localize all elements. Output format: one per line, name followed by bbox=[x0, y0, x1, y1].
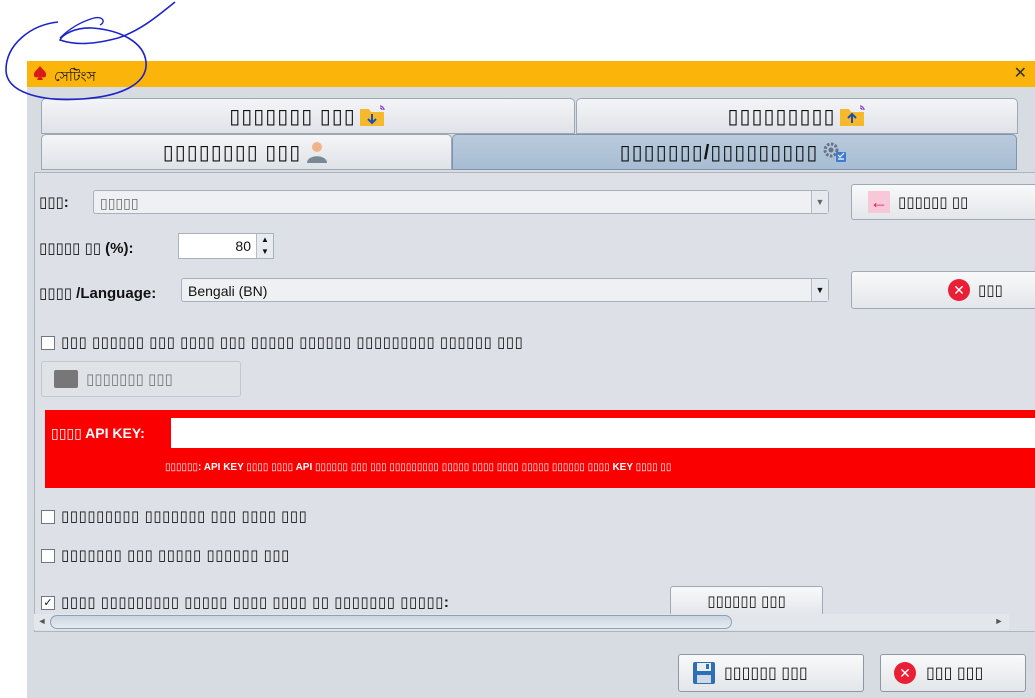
api-key-input[interactable] bbox=[171, 418, 1035, 448]
user-icon bbox=[304, 140, 330, 164]
api-key-section: ▯▯▯▯ API KEY: ▯▯▯▯▯▯: API KEY ▯▯▯▯ ▯▯▯▯ … bbox=[45, 410, 1035, 488]
horizontal-scrollbar[interactable]: ◄ ► bbox=[34, 614, 1009, 630]
tab-general-settings-label: ▯▯▯▯▯▯▯/▯▯▯▯▯▯▯▯▯ bbox=[619, 141, 819, 164]
scale-spinner[interactable]: 80 ▲ ▼ bbox=[178, 233, 274, 259]
app-logo-icon bbox=[33, 66, 47, 80]
back-button[interactable]: ← ▯▯▯▯▯▯ ▯▯ bbox=[851, 184, 1035, 220]
option2-checkbox[interactable] bbox=[41, 549, 55, 563]
settings-panel: ▯▯▯: ▯▯▯▯▯ ▼ ← ▯▯▯▯▯▯ ▯▯ ▯▯▯▯▯ ▯▯ (%): 8… bbox=[34, 172, 1035, 632]
folder-download-icon bbox=[359, 104, 387, 128]
save-button-label: ▯▯▯▯▯▯ ▯▯▯ bbox=[724, 665, 808, 682]
folder-checkbox-label: ▯▯▯ ▯▯▯▯▯▯ ▯▯▯ ▯▯▯▯ ▯▯▯ ▯▯▯▯▯ ▯▯▯▯▯▯ ▯▯▯… bbox=[61, 334, 524, 351]
select-folder-button-label: ▯▯▯▯▯▯▯ ▯▯▯ bbox=[86, 371, 173, 388]
language-select[interactable]: Bengali (BN) ▼ bbox=[181, 278, 829, 302]
scale-label: ▯▯▯▯▯ ▯▯ (%): bbox=[39, 240, 134, 257]
tab-export[interactable]: ▯▯▯▯▯▯▯▯▯ bbox=[576, 98, 1018, 134]
chevron-down-icon: ▼ bbox=[811, 191, 828, 213]
folder-checkbox[interactable] bbox=[41, 336, 55, 350]
back-button-label: ▯▯▯▯▯▯ ▯▯ bbox=[898, 194, 969, 211]
language-label: ▯▯▯▯ /Language: bbox=[39, 285, 157, 302]
reset-button-label: ▯▯▯ bbox=[978, 282, 1003, 299]
cancel-button[interactable]: ✕ ▯▯▯ ▯▯▯ bbox=[880, 654, 1026, 692]
folder-icon bbox=[54, 370, 78, 388]
folder-upload-icon bbox=[839, 104, 867, 128]
settings-window: সেটিংস ✕ ▯▯▯▯▯▯▯ ▯▯▯ ▯▯▯▯▯▯▯▯▯ ▯▯▯▯▯▯▯▯ … bbox=[27, 61, 1035, 698]
theme-select-value: ▯▯▯▯▯ bbox=[100, 195, 139, 211]
option3-action-button-label: ▯▯▯▯▯▯ ▯▯▯ bbox=[707, 593, 786, 610]
cancel-x-icon: ✕ bbox=[894, 662, 916, 684]
tab-export-label: ▯▯▯▯▯▯▯▯▯ bbox=[727, 105, 836, 128]
tab-account[interactable]: ▯▯▯▯▯▯▯▯ ▯▯▯ bbox=[41, 134, 452, 170]
scroll-right-icon[interactable]: ► bbox=[992, 616, 1006, 626]
api-key-note: ▯▯▯▯▯▯: API KEY ▯▯▯▯ ▯▯▯▯ API ▯▯▯▯▯▯ ▯▯▯… bbox=[165, 462, 672, 473]
language-select-value: Bengali (BN) bbox=[188, 283, 268, 299]
reset-button[interactable]: ✕ ▯▯▯ bbox=[851, 271, 1035, 309]
option3-checkbox[interactable]: ✓ bbox=[41, 596, 55, 610]
option2-label: ▯▯▯▯▯▯▯ ▯▯▯ ▯▯▯▯▯ ▯▯▯▯▯▯ ▯▯▯ bbox=[61, 547, 290, 564]
api-key-label: ▯▯▯▯ API KEY: bbox=[51, 425, 145, 441]
floppy-disk-icon bbox=[692, 661, 716, 685]
tab-account-label: ▯▯▯▯▯▯▯▯ ▯▯▯ bbox=[162, 141, 302, 164]
close-window-button[interactable]: ✕ bbox=[1014, 63, 1027, 83]
theme-select[interactable]: ▯▯▯▯▯ ▼ bbox=[93, 190, 829, 214]
select-folder-button[interactable]: ▯▯▯▯▯▯▯ ▯▯▯ bbox=[41, 361, 241, 397]
gear-settings-icon bbox=[821, 140, 849, 164]
save-button[interactable]: ▯▯▯▯▯▯ ▯▯▯ bbox=[678, 654, 864, 692]
arrow-left-icon: ← bbox=[868, 191, 890, 213]
tab-import-label: ▯▯▯▯▯▯▯ ▯▯▯ bbox=[229, 105, 356, 128]
window-title: সেটিংস bbox=[54, 68, 96, 84]
cancel-button-label: ▯▯▯ ▯▯▯ bbox=[926, 665, 984, 682]
tab-general-settings[interactable]: ▯▯▯▯▯▯▯/▯▯▯▯▯▯▯▯▯ bbox=[452, 134, 1017, 170]
horizontal-scroll-thumb[interactable] bbox=[50, 615, 732, 629]
scroll-left-icon[interactable]: ◄ bbox=[35, 616, 49, 626]
option1-checkbox[interactable] bbox=[41, 510, 55, 524]
title-bar: সেটিংস ✕ bbox=[27, 61, 1035, 87]
option3-action-button[interactable]: ▯▯▯▯▯▯ ▯▯▯ bbox=[670, 586, 823, 616]
option1-label: ▯▯▯▯▯▯▯▯▯ ▯▯▯▯▯▯▯ ▯▯▯ ▯▯▯▯ ▯▯▯ bbox=[61, 508, 308, 525]
option3-label: ▯▯▯▯ ▯▯▯▯▯▯▯▯▯ ▯▯▯▯▯ ▯▯▯▯ ▯▯▯▯ ▯▯ ▯▯▯▯▯▯… bbox=[61, 594, 450, 611]
cancel-x-icon: ✕ bbox=[948, 279, 970, 301]
theme-label: ▯▯▯: bbox=[39, 194, 69, 211]
chevron-down-icon: ▼ bbox=[811, 279, 828, 301]
tab-import[interactable]: ▯▯▯▯▯▯▯ ▯▯▯ bbox=[41, 98, 575, 134]
scale-value: 80 bbox=[235, 238, 251, 254]
spinner-buttons[interactable]: ▲ ▼ bbox=[256, 234, 273, 258]
